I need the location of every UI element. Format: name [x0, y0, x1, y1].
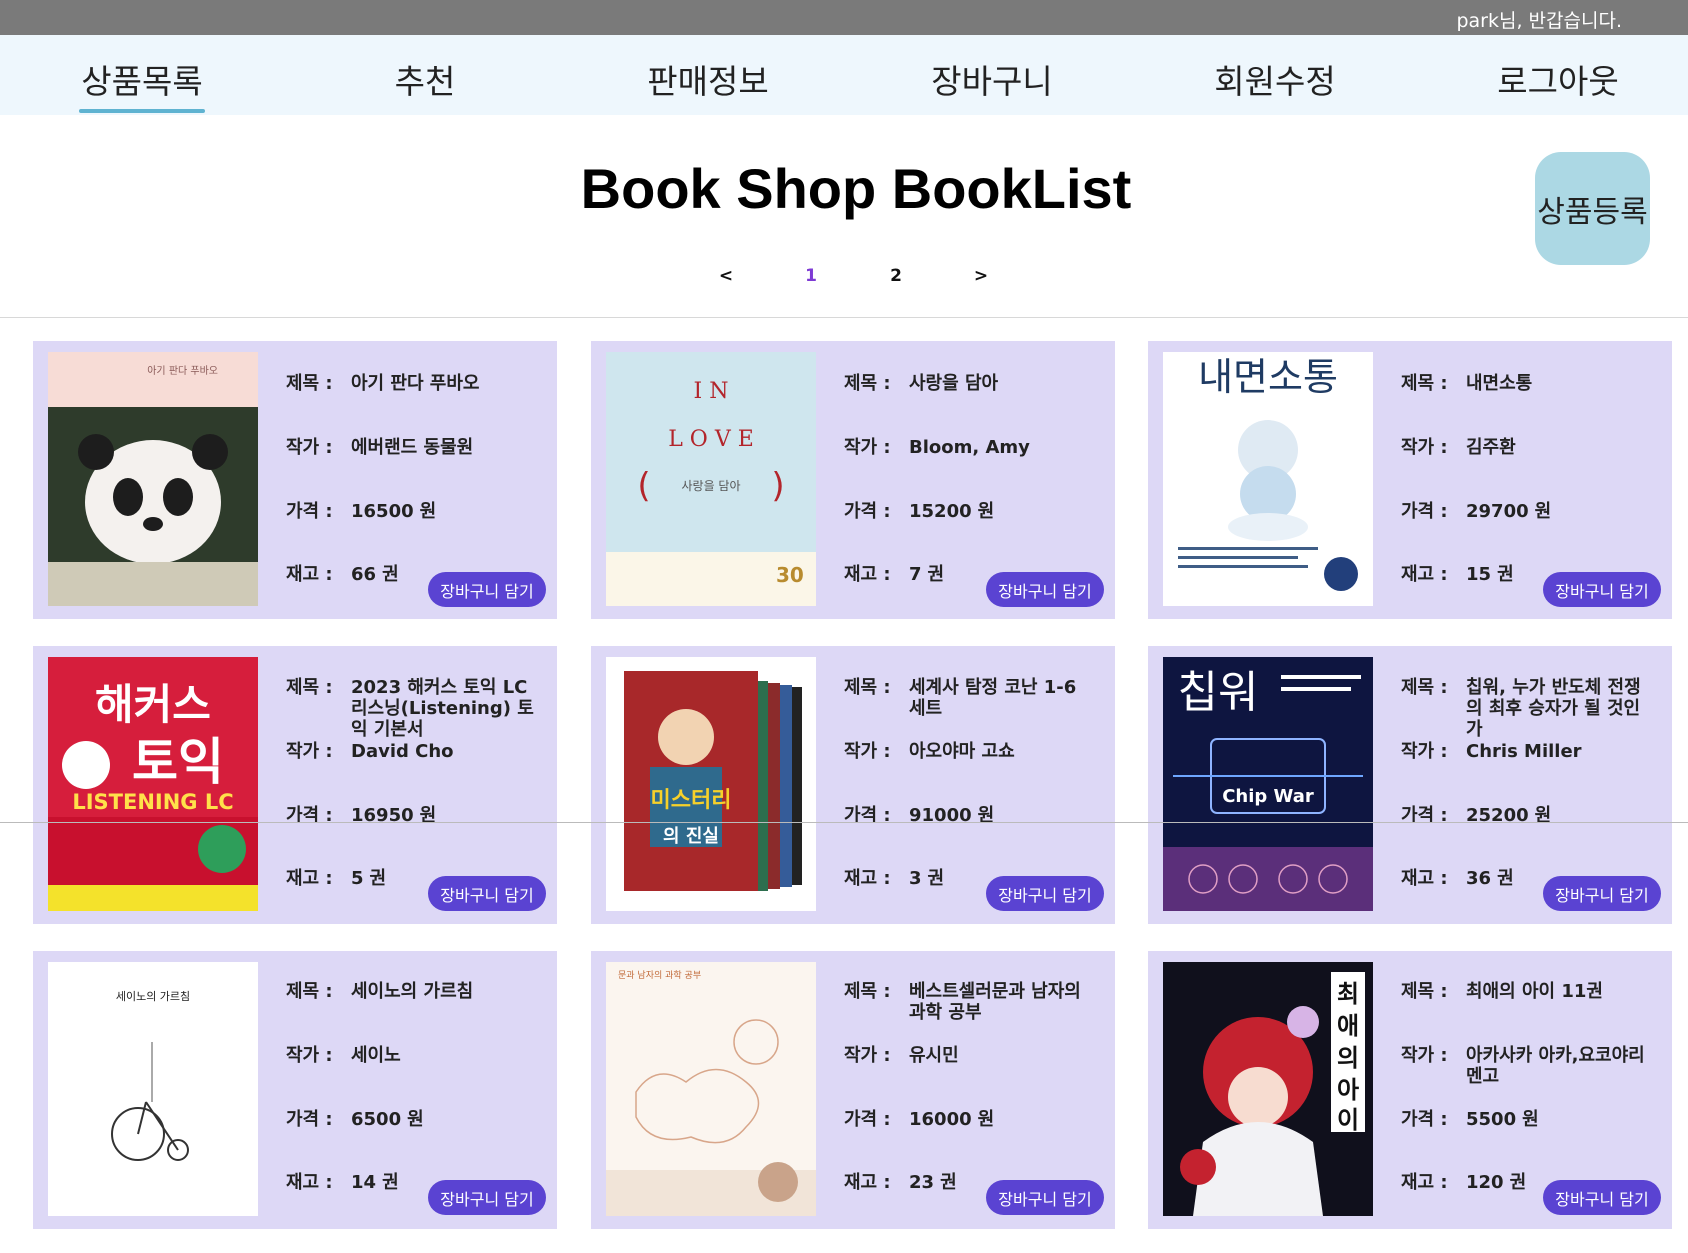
book-price: 가격 :29700 원	[1401, 501, 1552, 522]
nav-item-sales-info[interactable]: 판매정보	[608, 55, 808, 103]
book-cover-image: 최 애 의 아 이	[1163, 962, 1373, 1216]
book-author: 작가 : 세이노	[286, 1045, 401, 1066]
book-title: 제목 : 베스트셀러문과 남자의 과학 공부	[844, 981, 1081, 1023]
nav-item-logout[interactable]: 로그아웃	[1458, 55, 1658, 103]
add-to-cart-button[interactable]: 장바구니 담기	[1543, 572, 1661, 607]
horizontal-guide-line	[0, 822, 1688, 823]
svg-text:해커스: 해커스	[95, 680, 211, 729]
svg-text:아: 아	[1337, 1076, 1359, 1104]
book-author: 작가 : 김주환	[1401, 437, 1516, 458]
book-cover-image: 해커스 토익 LISTENING LC	[48, 657, 258, 911]
nav-item-recommend[interactable]: 추천	[325, 55, 525, 103]
svg-text:애: 애	[1337, 1012, 1359, 1040]
book-title: 제목 : 아기 판다 푸바오	[286, 373, 480, 394]
book-title: 제목 : 최애의 아이 11권	[1401, 981, 1603, 1002]
page-prev-button[interactable]: <	[711, 266, 741, 286]
book-price: 가격 :16000 원	[844, 1109, 995, 1130]
add-to-cart-button[interactable]: 장바구니 담기	[1543, 876, 1661, 911]
book-cover-image: 문과 남자의 과학 공부	[606, 962, 816, 1216]
page-next-button[interactable]: >	[966, 266, 996, 286]
book-cover-image: I N L O V E ( ) 사랑을 담아 30	[606, 352, 816, 606]
book-card: 칩워 Chip War 제목 : 칩워, 누가 반도체 전쟁의 최후 승자가 될 …	[1148, 646, 1672, 924]
main-nav: 상품목록 추천 판매정보 장바구니 회원수정 로그아웃	[0, 35, 1688, 115]
svg-text:칩워: 칩워	[1178, 667, 1259, 718]
svg-text:L O V E: L O V E	[668, 427, 754, 452]
book-title: 제목 : 세이노의 가르침	[286, 981, 474, 1002]
register-product-button[interactable]: 상품등록	[1535, 152, 1650, 265]
svg-text:이: 이	[1337, 1106, 1359, 1134]
greeting-text: park님, 반갑습니다.	[1456, 10, 1622, 32]
book-cover-image: 아기 판다 푸바오	[48, 352, 258, 606]
svg-text:사랑을 담아: 사랑을 담아	[681, 479, 740, 493]
svg-text:미스터리: 미스터리	[651, 788, 732, 813]
add-to-cart-button[interactable]: 장바구니 담기	[1543, 1180, 1661, 1215]
nav-item-edit-member[interactable]: 회원수정	[1175, 55, 1375, 103]
svg-text:): )	[771, 466, 784, 506]
book-price: 가격 :15200 원	[844, 501, 995, 522]
book-cover-image: 칩워 Chip War	[1163, 657, 1373, 911]
book-author: 작가 : 유시민	[844, 1045, 959, 1066]
svg-text:토익: 토익	[132, 733, 224, 791]
book-card: 세이노의 가르침 제목 : 세이노의 가르침 작가 : 세이노 가격 :6500 원 …	[33, 951, 557, 1229]
svg-text:내면소통: 내면소통	[1198, 355, 1338, 399]
page-title: Book Shop BookList	[580, 157, 1132, 220]
add-to-cart-button[interactable]: 장바구니 담기	[986, 572, 1104, 607]
book-card: 내면소통 제목 : 내면소통 작가 : 김주환 가격 :29700 원 재고 :15 권…	[1148, 341, 1672, 619]
nav-item-product-list[interactable]: 상품목록	[42, 55, 242, 113]
nav-item-cart[interactable]: 장바구니	[892, 55, 1092, 103]
add-to-cart-button[interactable]: 장바구니 담기	[428, 876, 546, 911]
svg-text:문과 남자의 과학 공부: 문과 남자의 과학 공부	[618, 970, 701, 981]
book-author: 작가 : 에버랜드 동물원	[286, 437, 474, 458]
book-cover-image: 내면소통	[1163, 352, 1373, 606]
book-author: 작가 : David Cho	[286, 741, 454, 762]
svg-text:의: 의	[1337, 1044, 1359, 1072]
book-cover-image: 세이노의 가르침	[48, 962, 258, 1216]
add-to-cart-button[interactable]: 장바구니 담기	[428, 1180, 546, 1215]
active-underline	[79, 109, 205, 113]
svg-text:(: (	[637, 466, 650, 506]
book-title: 제목 : 칩워, 누가 반도체 전쟁의 최후 승자가 될 것인가	[1401, 677, 1641, 740]
book-title: 제목 : 내면소통	[1401, 373, 1533, 394]
svg-text:I N: I N	[694, 379, 729, 404]
book-author: 작가 : Bloom, Amy	[844, 437, 1030, 458]
book-title: 제목 :2023 해커스 토익 LC 리스닝(Listening) 토익 기본서	[286, 677, 534, 740]
svg-text:LISTENING LC: LISTENING LC	[72, 790, 233, 814]
add-to-cart-button[interactable]: 장바구니 담기	[428, 572, 546, 607]
book-card: 해커스 토익 LISTENING LC 제목 :2023 해커스 토익 LC 리…	[33, 646, 557, 924]
book-title: 제목 : 세계사 탐정 코난 1-6 세트	[844, 677, 1077, 719]
svg-text:아기 판다 푸바오: 아기 판다 푸바오	[147, 365, 218, 377]
book-price: 가격 :6500 원	[286, 1109, 424, 1130]
svg-text:세이노의 가르침: 세이노의 가르침	[116, 990, 190, 1003]
page-link-2[interactable]: 2	[881, 266, 911, 286]
add-to-cart-button[interactable]: 장바구니 담기	[986, 876, 1104, 911]
book-card: I N L O V E ( ) 사랑을 담아 30 제목 : 사랑을 담아 작가 …	[591, 341, 1115, 619]
svg-text:30: 30	[776, 563, 804, 587]
add-to-cart-button[interactable]: 장바구니 담기	[986, 1180, 1104, 1215]
page-link-1[interactable]: 1	[796, 266, 826, 286]
book-author: 작가 : 아오야마 고쇼	[844, 741, 1015, 762]
top-bar: park님, 반갑습니다.	[0, 0, 1688, 35]
book-card: 최 애 의 아 이 제목 : 최애의 아이 11권 작가 : 아카사카 아카,요코야…	[1148, 951, 1672, 1229]
book-author: 작가 : 아카사카 아카,요코야리 멘고	[1401, 1045, 1645, 1087]
svg-text:최: 최	[1337, 980, 1359, 1008]
book-price: 가격 :5500 원	[1401, 1109, 1539, 1130]
book-card: 문과 남자의 과학 공부 제목 : 베스트셀러문과 남자의 과학 공부 작가 :유…	[591, 951, 1115, 1229]
book-card: 아기 판다 푸바오 제목 : 아기 판다 푸바오 작가 : 에버랜드 동물원 가격 …	[33, 341, 557, 619]
book-cover-image: 미스터리 의 진실	[606, 657, 816, 911]
book-price: 가격 :16500 원	[286, 501, 437, 522]
book-author: 작가 : Chris Miller	[1401, 741, 1582, 762]
svg-text:의 진실: 의 진실	[663, 826, 719, 847]
header-divider	[0, 317, 1688, 318]
svg-text:Chip War: Chip War	[1222, 786, 1314, 807]
book-card: 미스터리 의 진실 제목 : 세계사 탐정 코난 1-6 세트 작가 : 아오야마 …	[591, 646, 1115, 924]
book-title: 제목 : 사랑을 담아	[844, 373, 999, 394]
